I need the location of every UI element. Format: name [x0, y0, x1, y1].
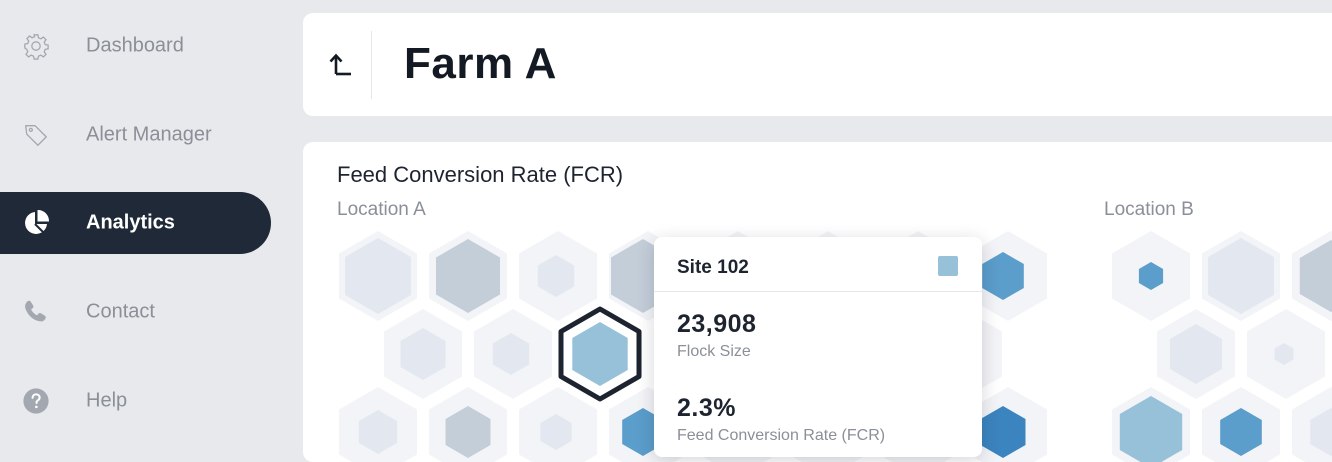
phone-icon: [22, 298, 50, 326]
sidebar-item-alert-manager[interactable]: Alert Manager: [0, 104, 271, 166]
help-icon: [22, 387, 50, 415]
tooltip-color-swatch: [938, 256, 958, 276]
sidebar-item-label: Contact: [86, 300, 155, 323]
tooltip-fcr-value: 2.3%: [677, 394, 736, 422]
sidebar-item-dashboard[interactable]: Dashboard: [0, 15, 271, 77]
sidebar-item-label: Help: [86, 389, 128, 412]
sidebar-item-help[interactable]: Help: [0, 370, 271, 432]
sidebar-item-label: Alert Manager: [86, 123, 212, 146]
tag-icon: [22, 121, 50, 149]
page-title: Farm A: [404, 39, 557, 88]
sidebar: Dashboard Alert Manager Analytics Contac…: [0, 0, 290, 444]
tooltip-flock-size-value: 23,908: [677, 310, 757, 338]
tooltip-flock-size-label: Flock Size: [677, 343, 751, 360]
tooltip-fcr-label: Feed Conversion Rate (FCR): [677, 427, 886, 444]
sidebar-item-label: Dashboard: [86, 34, 184, 57]
tooltip-site-name: Site 102: [677, 257, 749, 278]
pie-chart-icon: [22, 209, 50, 237]
sidebar-item-analytics[interactable]: Analytics: [0, 192, 271, 254]
sidebar-item-contact[interactable]: Contact: [0, 281, 271, 343]
header-divider: [371, 31, 372, 99]
site-tooltip: Site 102 23,908 Flock Size 2.3% Feed Con…: [654, 237, 982, 457]
back-arrow-icon: [326, 48, 356, 83]
tooltip-divider: [654, 291, 982, 292]
back-button[interactable]: [321, 43, 361, 87]
sidebar-item-label: Analytics: [86, 211, 175, 234]
gear-icon: [22, 32, 50, 60]
page-header: Farm A: [303, 13, 1332, 116]
